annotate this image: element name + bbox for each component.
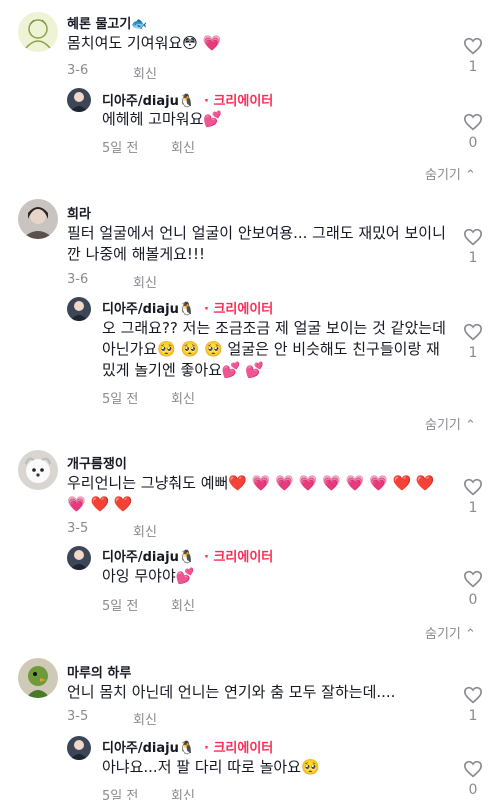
like-count: 0 (468, 135, 478, 151)
like-count: 0 (468, 782, 478, 798)
reply-button[interactable]: 회신 (171, 595, 195, 614)
comment-date: 3-5 (67, 709, 89, 724)
reply-button[interactable]: 회신 (171, 388, 195, 407)
creator-avatar[interactable] (67, 88, 91, 112)
like-button[interactable]: 1 (458, 228, 488, 266)
reply-author[interactable]: 디아주/diaju🐧 (102, 90, 195, 109)
reply-button[interactable]: 회신 (171, 785, 195, 800)
creator-avatar[interactable] (67, 297, 91, 321)
avatar[interactable] (18, 450, 58, 490)
reply-date: 5일 전 (102, 141, 139, 156)
reply-author[interactable]: 디아주/diaju🐧 (102, 737, 195, 756)
heart-outline-icon (463, 760, 483, 778)
reply-text: 아냐요...저 팔 다리 따로 놀아요🥺 (102, 758, 320, 776)
heart-outline-icon (463, 113, 483, 131)
heart-outline-icon (463, 570, 483, 588)
creator-avatar[interactable] (67, 546, 91, 570)
reply-button[interactable]: 회신 (133, 63, 157, 82)
reply-date: 5일 전 (102, 789, 139, 800)
creator-badge: · 크리에이터 (204, 550, 274, 565)
reply-button[interactable]: 회신 (133, 521, 157, 540)
like-button[interactable]: 0 (458, 113, 488, 151)
reply-text: 오 그래요?? 저는 조금조금 제 얼굴 보이는 것 같았는데 아닌가요🥺 🥺 … (102, 319, 446, 379)
creator-badge: · 크리에이터 (204, 741, 274, 756)
like-button[interactable]: 1 (458, 37, 488, 75)
like-count: 1 (468, 708, 478, 724)
reply-date: 5일 전 (102, 392, 139, 407)
avatar[interactable] (18, 658, 58, 698)
reply-text: 아잉 무야야💕 (102, 567, 195, 585)
comment-author[interactable]: 희라 (67, 203, 91, 222)
avatar[interactable] (18, 199, 58, 239)
reply-button[interactable]: 회신 (171, 137, 195, 156)
reply-text: 에헤헤 고마워요💕 (102, 110, 223, 128)
avatar[interactable] (18, 12, 58, 52)
creator-avatar[interactable] (67, 736, 91, 760)
like-button[interactable]: 1 (458, 686, 488, 724)
like-button[interactable]: 1 (458, 478, 488, 516)
like-button[interactable]: 0 (458, 570, 488, 608)
comment-date: 3-6 (67, 272, 89, 287)
hide-replies-button[interactable]: 숨기기 ⌃ (425, 164, 476, 183)
comment-author[interactable]: 혜론 물고기🐟 (67, 13, 148, 32)
like-count: 1 (468, 250, 478, 266)
like-button[interactable]: 1 (458, 323, 488, 361)
comment-text: 우리언니는 그냥춰도 예뻐❤️ 💗 💗 💗 💗 💗 💗 ❤️ ❤️ 💗 ❤️ ❤… (67, 474, 435, 513)
comment-text: 언니 몸치 아닌데 언니는 연기와 춤 모두 잘하는데.... (67, 683, 396, 701)
heart-outline-icon (463, 228, 483, 246)
like-button[interactable]: 0 (458, 760, 488, 798)
reply-date: 5일 전 (102, 599, 139, 614)
like-count: 1 (468, 500, 478, 516)
comment-date: 3-5 (67, 521, 89, 536)
heart-outline-icon (463, 37, 483, 55)
reply-author[interactable]: 디아주/diaju🐧 (102, 546, 195, 565)
like-count: 1 (468, 59, 478, 75)
hide-replies-button[interactable]: 숨기기 ⌃ (425, 623, 476, 642)
creator-badge: · 크리에이터 (204, 302, 274, 317)
comment-text: 몸치여도 기여워요😳 💗 (67, 34, 222, 52)
comment-author[interactable]: 마루의 하루 (67, 662, 131, 681)
heart-outline-icon (463, 686, 483, 704)
comment-author[interactable]: 개구름쟁이 (67, 453, 127, 472)
heart-outline-icon (463, 323, 483, 341)
reply-button[interactable]: 회신 (133, 709, 157, 728)
heart-outline-icon (463, 478, 483, 496)
like-count: 0 (468, 592, 478, 608)
reply-author[interactable]: 디아주/diaju🐧 (102, 298, 195, 317)
reply-button[interactable]: 회신 (133, 272, 157, 291)
comment-text: 필터 얼굴에서 언니 얼굴이 안보여용... 그래도 재밌어 보이니깐 나중에 … (67, 224, 446, 263)
comment-date: 3-6 (67, 63, 89, 78)
like-count: 1 (468, 345, 478, 361)
hide-replies-button[interactable]: 숨기기 ⌃ (425, 414, 476, 433)
creator-badge: · 크리에이터 (204, 94, 274, 109)
